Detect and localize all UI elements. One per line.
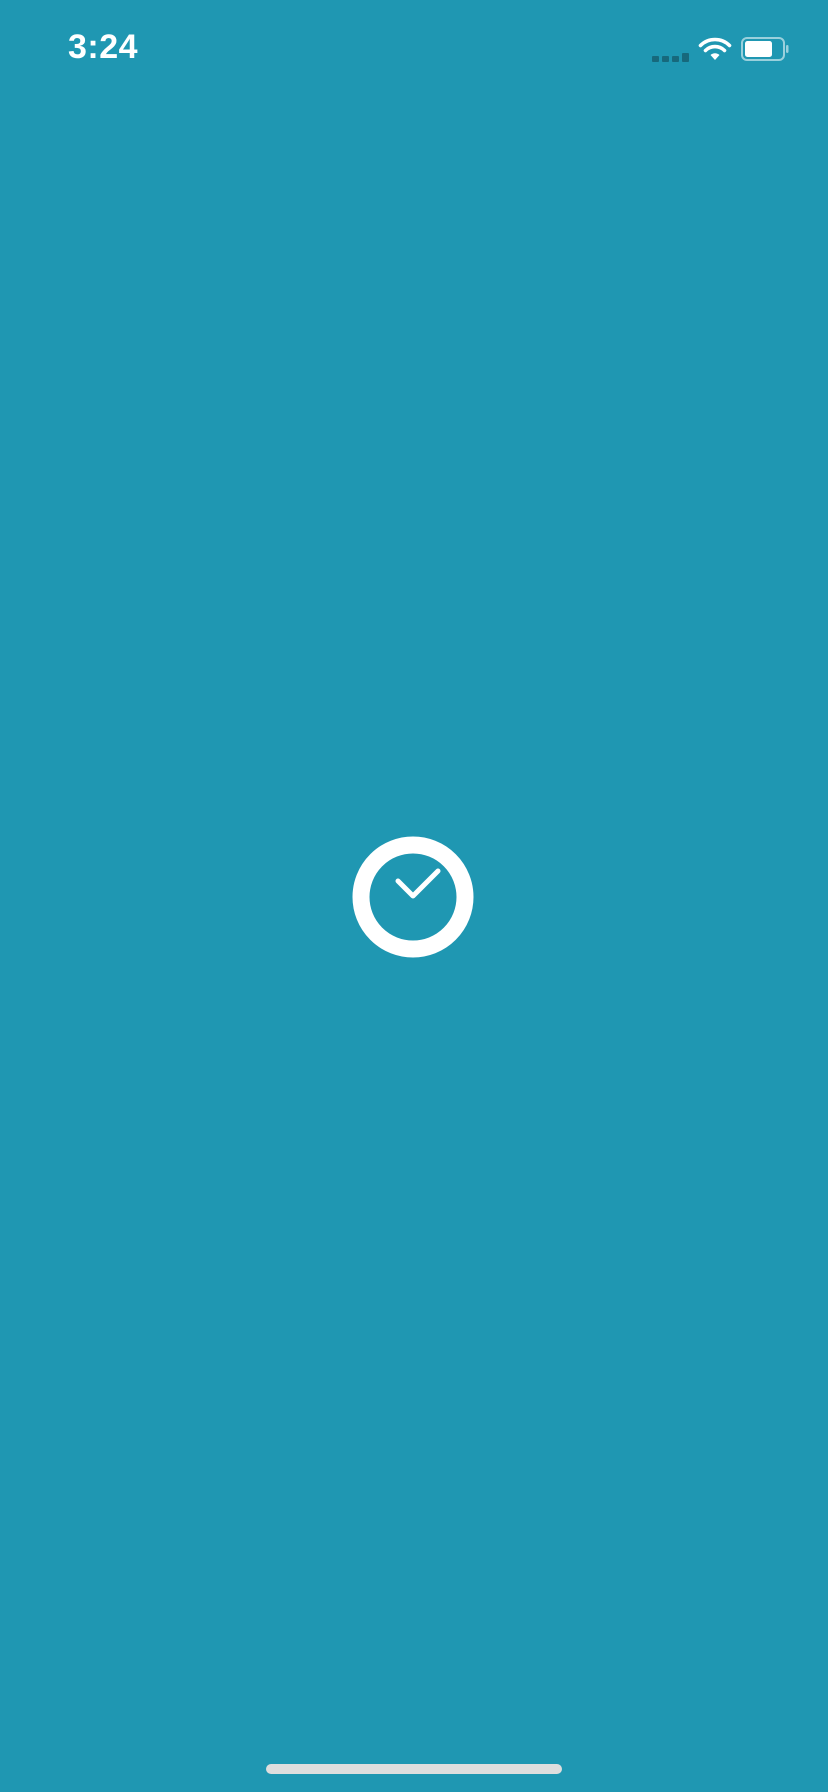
check-circle-icon — [352, 836, 474, 958]
home-indicator[interactable] — [266, 1764, 562, 1774]
status-bar: 3:24 — [0, 0, 828, 100]
cellular-signal-icon — [652, 52, 692, 62]
status-time: 3:24 — [68, 28, 139, 66]
wifi-icon — [698, 37, 732, 60]
battery-icon — [741, 37, 789, 61]
